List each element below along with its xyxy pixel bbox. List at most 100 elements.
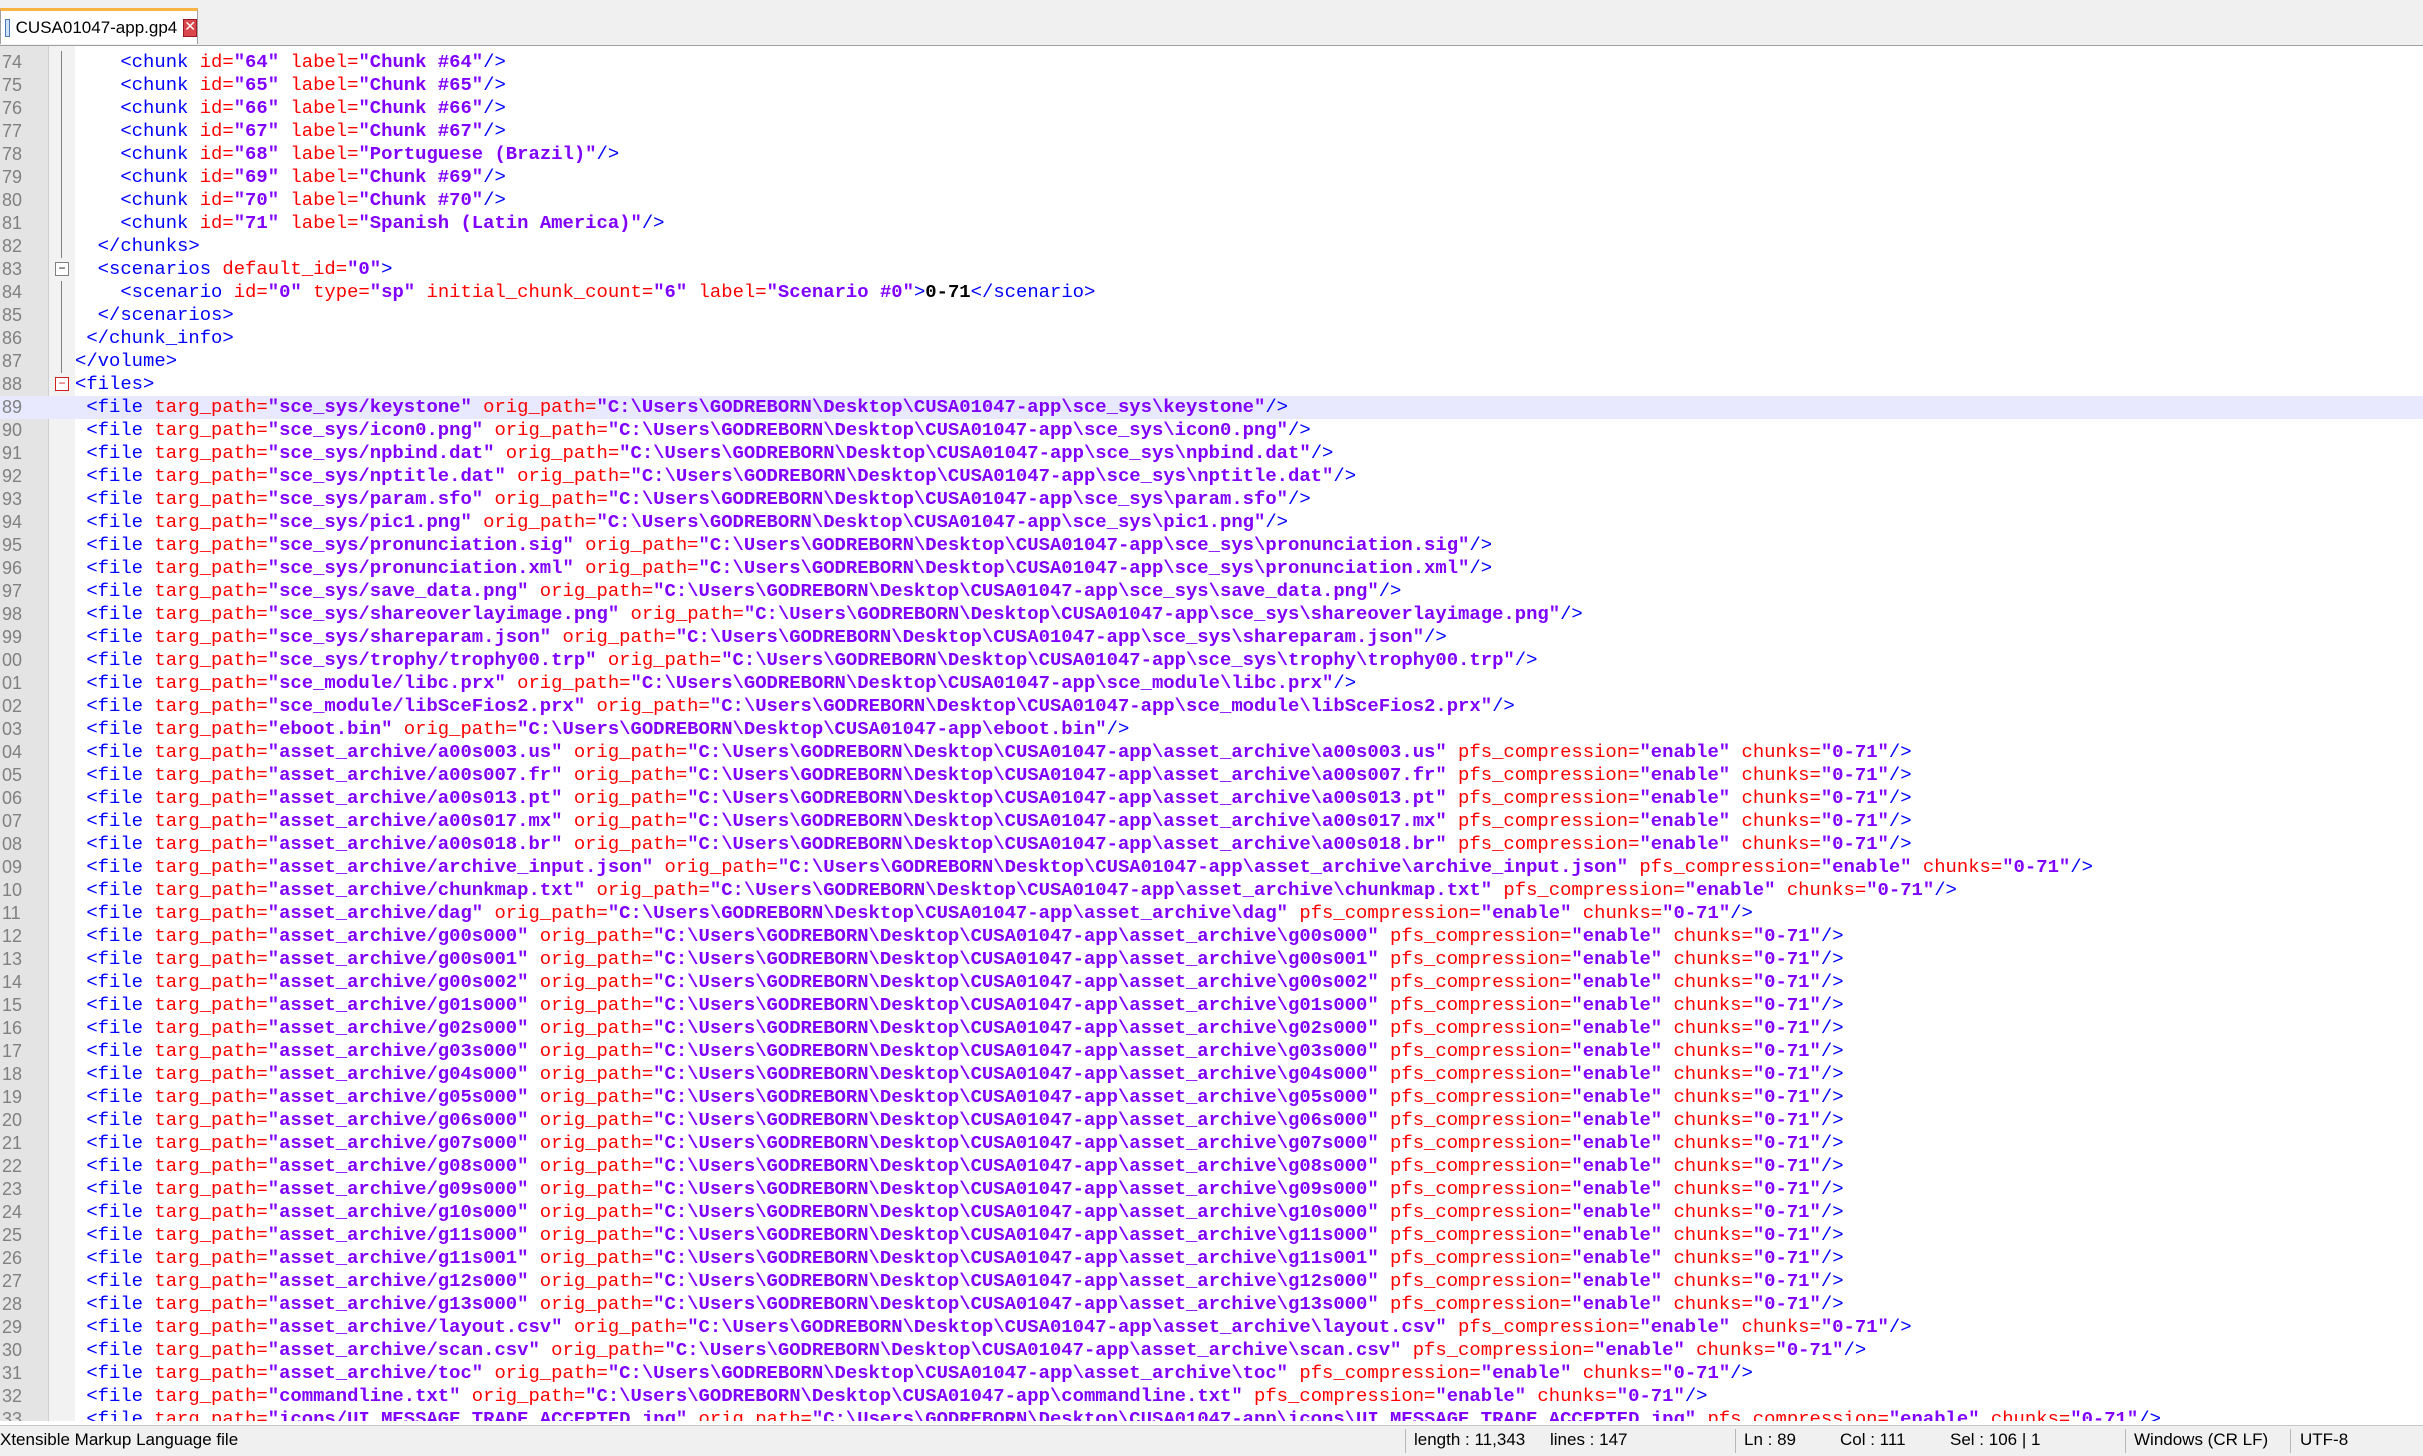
- code-line[interactable]: 16 <file targ_path="asset_archive/g02s00…: [0, 1017, 2423, 1040]
- code-text[interactable]: <file targ_path="asset_archive/a00s003.u…: [75, 741, 1911, 764]
- code-text[interactable]: </chunk_info>: [75, 327, 233, 350]
- code-text[interactable]: <files>: [75, 373, 154, 396]
- code-line[interactable]: 92 <file targ_path="sce_sys/nptitle.dat"…: [0, 465, 2423, 488]
- code-line[interactable]: 24 <file targ_path="asset_archive/g10s00…: [0, 1201, 2423, 1224]
- code-area[interactable]: 74 <chunk id="64" label="Chunk #64"/> 75 …: [0, 51, 2423, 1421]
- code-text[interactable]: <file targ_path="asset_archive/g09s000" …: [75, 1178, 1843, 1201]
- code-line[interactable]: 17 <file targ_path="asset_archive/g03s00…: [0, 1040, 2423, 1063]
- code-text[interactable]: <file targ_path="asset_archive/g07s000" …: [75, 1132, 1843, 1155]
- code-line[interactable]: 02 <file targ_path="sce_module/libSceFio…: [0, 695, 2423, 718]
- code-line[interactable]: 77 <chunk id="67" label="Chunk #67"/>: [0, 120, 2423, 143]
- code-line[interactable]: 07 <file targ_path="asset_archive/a00s01…: [0, 810, 2423, 833]
- code-text[interactable]: <chunk id="66" label="Chunk #66"/>: [75, 97, 505, 120]
- code-text[interactable]: <chunk id="69" label="Chunk #69"/>: [75, 166, 505, 189]
- code-line[interactable]: 12 <file targ_path="asset_archive/g00s00…: [0, 925, 2423, 948]
- code-text[interactable]: <file targ_path="sce_sys/pronunciation.s…: [75, 534, 1492, 557]
- code-line[interactable]: 79 <chunk id="69" label="Chunk #69"/>: [0, 166, 2423, 189]
- code-line[interactable]: 29 <file targ_path="asset_archive/layout…: [0, 1316, 2423, 1339]
- code-line[interactable]: 33 <file targ_path="icons/UI MESSAGE TRA…: [0, 1408, 2423, 1421]
- code-text[interactable]: <chunk id="71" label="Spanish (Latin Ame…: [75, 212, 664, 235]
- code-text[interactable]: <file targ_path="sce_sys/nptitle.dat" or…: [75, 465, 1356, 488]
- code-text[interactable]: <scenario id="0" type="sp" initial_chunk…: [75, 281, 1095, 304]
- code-text[interactable]: <chunk id="67" label="Chunk #67"/>: [75, 120, 505, 143]
- code-text[interactable]: <file targ_path="asset_archive/toc" orig…: [75, 1362, 1753, 1385]
- code-line[interactable]: 25 <file targ_path="asset_archive/g11s00…: [0, 1224, 2423, 1247]
- code-text[interactable]: <file targ_path="asset_archive/a00s013.p…: [75, 787, 1911, 810]
- code-text[interactable]: <chunk id="70" label="Chunk #70"/>: [75, 189, 505, 212]
- code-line[interactable]: 97 <file targ_path="sce_sys/save_data.pn…: [0, 580, 2423, 603]
- code-text[interactable]: <file targ_path="sce_sys/trophy/trophy00…: [75, 649, 1537, 672]
- code-line[interactable]: 00 <file targ_path="sce_sys/trophy/troph…: [0, 649, 2423, 672]
- fold-toggle-icon[interactable]: −: [55, 377, 69, 391]
- code-line[interactable]: 98 <file targ_path="sce_sys/shareoverlay…: [0, 603, 2423, 626]
- code-line[interactable]: 88 − <files>: [0, 373, 2423, 396]
- code-line[interactable]: 13 <file targ_path="asset_archive/g00s00…: [0, 948, 2423, 971]
- code-line[interactable]: 14 <file targ_path="asset_archive/g00s00…: [0, 971, 2423, 994]
- code-line[interactable]: 19 <file targ_path="asset_archive/g05s00…: [0, 1086, 2423, 1109]
- code-line[interactable]: 93 <file targ_path="sce_sys/param.sfo" o…: [0, 488, 2423, 511]
- code-text[interactable]: <file targ_path="sce_sys/param.sfo" orig…: [75, 488, 1310, 511]
- code-editor[interactable]: 74 <chunk id="64" label="Chunk #64"/> 75 …: [0, 46, 2423, 1421]
- code-text[interactable]: <file targ_path="asset_archive/a00s018.b…: [75, 833, 1911, 856]
- code-line[interactable]: 91 <file targ_path="sce_sys/npbind.dat" …: [0, 442, 2423, 465]
- code-text[interactable]: <file targ_path="eboot.bin" orig_path="C…: [75, 718, 1129, 741]
- code-line[interactable]: 11 <file targ_path="asset_archive/dag" o…: [0, 902, 2423, 925]
- code-line[interactable]: 74 <chunk id="64" label="Chunk #64"/>: [0, 51, 2423, 74]
- code-line[interactable]: 95 <file targ_path="sce_sys/pronunciatio…: [0, 534, 2423, 557]
- code-text[interactable]: <file targ_path="asset_archive/dag" orig…: [75, 902, 1753, 925]
- code-line[interactable]: 80 <chunk id="70" label="Chunk #70"/>: [0, 189, 2423, 212]
- status-encoding[interactable]: UTF-8: [2300, 1430, 2348, 1450]
- code-text[interactable]: <file targ_path="asset_archive/g00s000" …: [75, 925, 1843, 948]
- close-icon[interactable]: ✕: [183, 18, 197, 37]
- code-text[interactable]: <file targ_path="sce_sys/pronunciation.x…: [75, 557, 1492, 580]
- code-line[interactable]: 96 <file targ_path="sce_sys/pronunciatio…: [0, 557, 2423, 580]
- code-text[interactable]: <file targ_path="asset_archive/g05s000" …: [75, 1086, 1843, 1109]
- code-text[interactable]: <file targ_path="icons/UI MESSAGE TRADE …: [75, 1408, 2161, 1421]
- code-line[interactable]: 06 <file targ_path="asset_archive/a00s01…: [0, 787, 2423, 810]
- tab-file[interactable]: CUSA01047-app.gp4 ✕: [0, 8, 198, 44]
- code-line[interactable]: 15 <file targ_path="asset_archive/g01s00…: [0, 994, 2423, 1017]
- code-line[interactable]: 28 <file targ_path="asset_archive/g13s00…: [0, 1293, 2423, 1316]
- code-line[interactable]: 99 <file targ_path="sce_sys/shareparam.j…: [0, 626, 2423, 649]
- code-text[interactable]: <file targ_path="asset_archive/chunkmap.…: [75, 879, 1957, 902]
- code-line[interactable]: 84 <scenario id="0" type="sp" initial_ch…: [0, 281, 2423, 304]
- code-line[interactable]: 05 <file targ_path="asset_archive/a00s00…: [0, 764, 2423, 787]
- code-text[interactable]: <file targ_path="sce_sys/keystone" orig_…: [75, 396, 1288, 419]
- code-text[interactable]: <file targ_path="asset_archive/g00s002" …: [75, 971, 1843, 994]
- code-line[interactable]: 90 <file targ_path="sce_sys/icon0.png" o…: [0, 419, 2423, 442]
- code-line[interactable]: 76 <chunk id="66" label="Chunk #66"/>: [0, 97, 2423, 120]
- code-text[interactable]: <file targ_path="sce_sys/shareparam.json…: [75, 626, 1446, 649]
- code-text[interactable]: <file targ_path="asset_archive/g01s000" …: [75, 994, 1843, 1017]
- code-text[interactable]: <chunk id="65" label="Chunk #65"/>: [75, 74, 505, 97]
- code-text[interactable]: <file targ_path="asset_archive/g02s000" …: [75, 1017, 1843, 1040]
- code-line[interactable]: 21 <file targ_path="asset_archive/g07s00…: [0, 1132, 2423, 1155]
- code-line[interactable]: 27 <file targ_path="asset_archive/g12s00…: [0, 1270, 2423, 1293]
- code-line[interactable]: 03 <file targ_path="eboot.bin" orig_path…: [0, 718, 2423, 741]
- code-text[interactable]: <chunk id="68" label="Portuguese (Brazil…: [75, 143, 619, 166]
- code-text[interactable]: <file targ_path="asset_archive/g06s000" …: [75, 1109, 1843, 1132]
- code-line[interactable]: 30 <file targ_path="asset_archive/scan.c…: [0, 1339, 2423, 1362]
- code-line[interactable]: 86 </chunk_info>: [0, 327, 2423, 350]
- code-text[interactable]: <file targ_path="asset_archive/g10s000" …: [75, 1201, 1843, 1224]
- code-text[interactable]: <file targ_path="sce_module/libSceFios2.…: [75, 695, 1514, 718]
- code-text[interactable]: <file targ_path="sce_sys/npbind.dat" ori…: [75, 442, 1333, 465]
- code-text[interactable]: <file targ_path="asset_archive/a00s007.f…: [75, 764, 1911, 787]
- code-line[interactable]: 85 </scenarios>: [0, 304, 2423, 327]
- code-line[interactable]: 83 − <scenarios default_id="0">: [0, 258, 2423, 281]
- code-text[interactable]: <scenarios default_id="0">: [75, 258, 393, 281]
- code-text[interactable]: </scenarios>: [75, 304, 234, 327]
- code-line[interactable]: 31 <file targ_path="asset_archive/toc" o…: [0, 1362, 2423, 1385]
- code-line[interactable]: 09 <file targ_path="asset_archive/archiv…: [0, 856, 2423, 879]
- code-line[interactable]: 23 <file targ_path="asset_archive/g09s00…: [0, 1178, 2423, 1201]
- code-line[interactable]: 18 <file targ_path="asset_archive/g04s00…: [0, 1063, 2423, 1086]
- code-line[interactable]: 08 <file targ_path="asset_archive/a00s01…: [0, 833, 2423, 856]
- code-line[interactable]: 10 <file targ_path="asset_archive/chunkm…: [0, 879, 2423, 902]
- code-line[interactable]: 78 <chunk id="68" label="Portuguese (Bra…: [0, 143, 2423, 166]
- code-text[interactable]: <file targ_path="asset_archive/scan.csv"…: [75, 1339, 1866, 1362]
- code-text[interactable]: <file targ_path="asset_archive/g03s000" …: [75, 1040, 1843, 1063]
- code-text[interactable]: </volume>: [75, 350, 177, 373]
- code-text[interactable]: <file targ_path="asset_archive/g12s000" …: [75, 1270, 1843, 1293]
- code-line[interactable]: 26 <file targ_path="asset_archive/g11s00…: [0, 1247, 2423, 1270]
- code-text[interactable]: <file targ_path="asset_archive/archive_i…: [75, 856, 2093, 879]
- code-text[interactable]: <chunk id="64" label="Chunk #64"/>: [75, 51, 505, 74]
